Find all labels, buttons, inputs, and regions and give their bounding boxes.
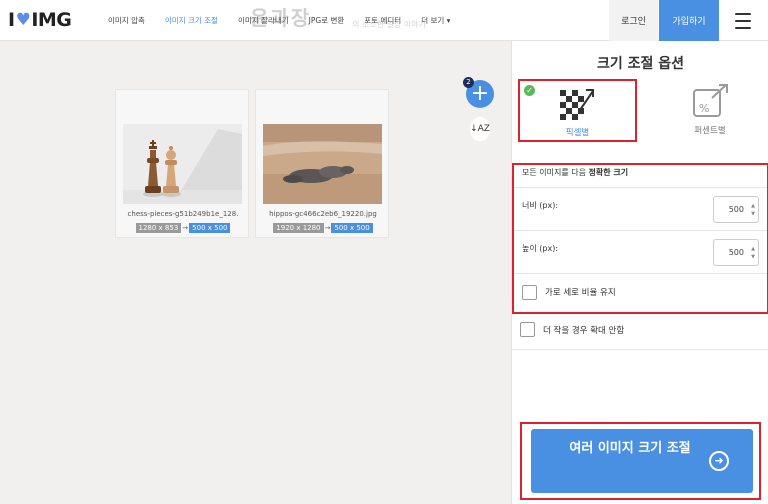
new-size: 500 x 500 bbox=[189, 223, 231, 233]
spinner-icon[interactable]: ▲ ▼ bbox=[751, 245, 755, 261]
file-dimensions: 1280 x 853 → 500 x 500 bbox=[116, 223, 250, 233]
file-dimensions: 1920 x 1280 → 500 x 500 bbox=[256, 223, 390, 233]
file-name: chess-pieces-g51b249b1e_128. bbox=[127, 210, 239, 218]
chess-thumbnail bbox=[123, 124, 242, 204]
height-input[interactable]: 500 ▲ ▼ bbox=[713, 239, 759, 266]
arrow-icon: → bbox=[182, 224, 189, 232]
svg-text:%: % bbox=[699, 102, 709, 115]
keep-ratio-label: 가로 세로 비율 유지 bbox=[545, 288, 616, 298]
height-label: 높이 (px): bbox=[522, 244, 559, 253]
mode-by-percentage[interactable]: % 퍼센트별 bbox=[660, 79, 760, 142]
no-enlarge-checkbox[interactable] bbox=[520, 322, 535, 337]
arrow-right-circle-icon: ➜ bbox=[709, 451, 729, 471]
main-nav: 이미지 압축 이미지 크기 조절 이미지 잘라내기 JPG로 변환 포토 에디터… bbox=[108, 0, 470, 41]
width-row: 너비 (px): 500 ▲ ▼ bbox=[514, 187, 767, 230]
no-enlarge-row: 더 작을 경우 확대 안함 bbox=[512, 316, 768, 350]
width-value: 500 bbox=[728, 205, 744, 214]
file-card-hippos[interactable]: hippos-gc466c2eb6_19220.jpg 1920 x 1280 … bbox=[255, 89, 389, 238]
logo-text-i: I bbox=[8, 9, 15, 31]
check-icon: ✓ bbox=[524, 85, 535, 96]
panel-title: 크기 조절 옵션 bbox=[596, 56, 685, 72]
new-size: 500 x 500 bbox=[331, 223, 373, 233]
signup-button[interactable]: 가입하기 bbox=[659, 0, 719, 41]
nav-photo-editor[interactable]: 포토 에디터 bbox=[364, 15, 401, 26]
keep-ratio-checkbox[interactable] bbox=[522, 285, 537, 300]
nav-crop[interactable]: 이미지 잘라내기 bbox=[238, 15, 289, 26]
heart-icon: ♥ bbox=[15, 10, 31, 30]
original-size: 1280 x 853 bbox=[135, 223, 182, 233]
percentage-icon: % bbox=[693, 84, 728, 117]
spinner-icon[interactable]: ▲ ▼ bbox=[751, 202, 755, 218]
nav-compress[interactable]: 이미지 압축 bbox=[108, 15, 145, 26]
resize-button-label: 여러 이미지 크기 조절 bbox=[569, 441, 691, 456]
top-navigation-bar: I ♥ IMG 이미지 압축 이미지 크기 조절 이미지 잘라내기 JPG로 변… bbox=[0, 0, 768, 41]
logo[interactable]: I ♥ IMG bbox=[8, 9, 72, 31]
keep-ratio-row: 가로 세로 비율 유지 bbox=[514, 273, 767, 312]
nav-more[interactable]: 더 보기 ▾ bbox=[421, 15, 450, 26]
hippos-thumbnail bbox=[263, 124, 382, 204]
no-enlarge-label: 더 작을 경우 확대 안함 bbox=[543, 326, 625, 336]
resize-images-button[interactable]: 여러 이미지 크기 조절 ➜ bbox=[531, 429, 753, 493]
file-name: hippos-gc466c2eb6_19220.jpg bbox=[269, 210, 377, 218]
width-input[interactable]: 500 ▲ ▼ bbox=[713, 196, 759, 223]
width-label: 너비 (px): bbox=[522, 201, 559, 210]
sort-az-icon[interactable]: ↓AZ bbox=[470, 117, 490, 141]
nav-resize[interactable]: 이미지 크기 조절 bbox=[165, 15, 218, 26]
file-card-chess[interactable]: chess-pieces-g51b249b1e_128. 1280 x 853 … bbox=[115, 89, 249, 238]
mode-pixel-label: 픽셀별 bbox=[565, 128, 590, 138]
mode-percent-label: 퍼센트별 bbox=[694, 126, 726, 136]
nav-convert-jpg[interactable]: JPG로 변환 bbox=[309, 15, 345, 26]
height-row: 높이 (px): 500 ▲ ▼ bbox=[514, 230, 767, 273]
mode-by-pixels[interactable]: ✓ 픽셀별 bbox=[518, 79, 637, 142]
pixel-grid-icon bbox=[560, 89, 594, 120]
arrow-icon: → bbox=[324, 224, 331, 232]
file-count-badge: 2 bbox=[463, 77, 474, 88]
height-value: 500 bbox=[728, 248, 744, 257]
dimensions-description: 모든 이미지를 다음 정확한 크기 bbox=[522, 168, 629, 177]
login-button[interactable]: 로그인 bbox=[609, 0, 658, 41]
exact-size-settings: 모든 이미지를 다음 정확한 크기 너비 (px): 500 ▲ ▼ 높이 (px… bbox=[512, 163, 768, 314]
hamburger-menu-icon[interactable] bbox=[727, 11, 759, 31]
resize-options-panel: 크기 조절 옵션 ✓ 픽셀별 % 퍼센트별 모든 이미지를 다음 정확한 크기 … bbox=[511, 41, 768, 504]
logo-text-img: IMG bbox=[31, 9, 72, 31]
original-size: 1920 x 1280 bbox=[273, 223, 324, 233]
